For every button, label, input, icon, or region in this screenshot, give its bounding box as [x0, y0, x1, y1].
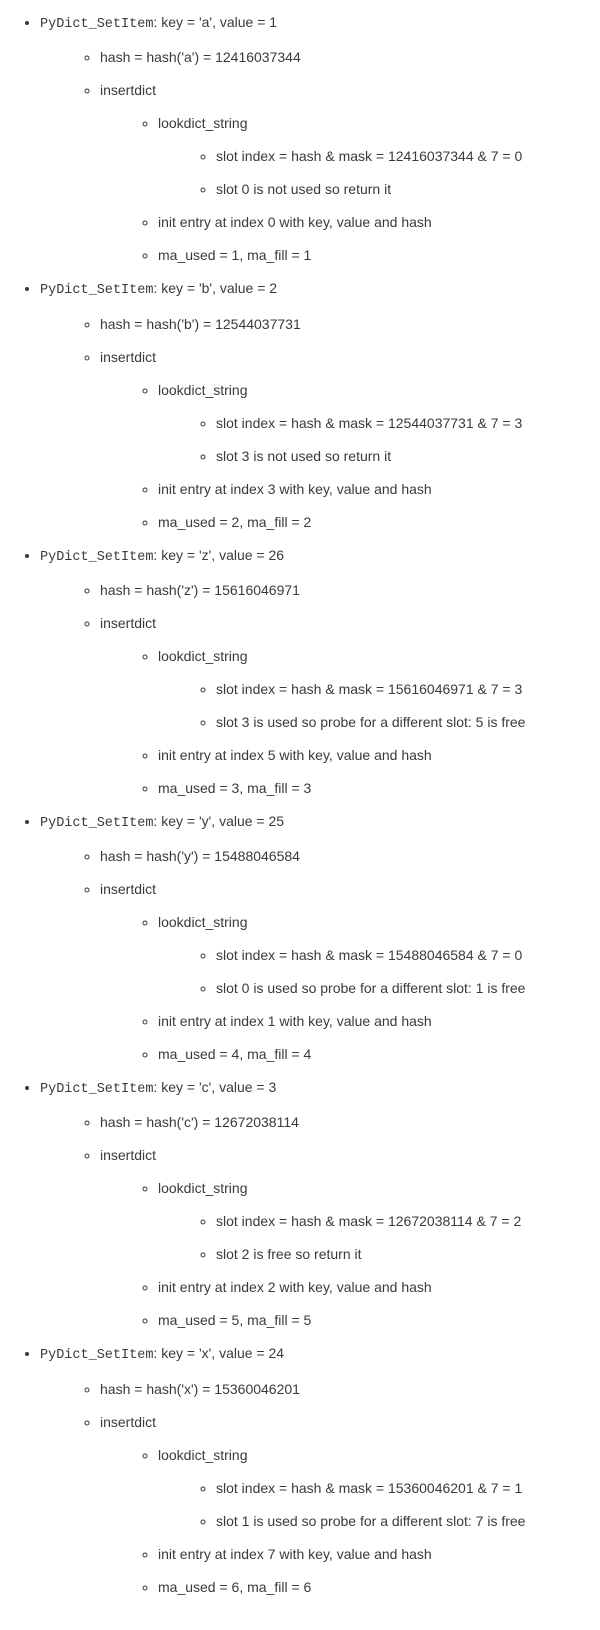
hash-line: hash = hash('c') = 12672038114 [100, 1112, 580, 1133]
lookdict-line: lookdict_stringslot index = hash & mask … [158, 1445, 580, 1532]
hash-line: hash = hash('y') = 15488046584 [100, 846, 580, 867]
fn-name: PyDict_SetItem [40, 816, 153, 831]
insertdict-line: insertdictlookdict_stringslot index = ha… [100, 879, 580, 1065]
insertdict-label: insertdict [100, 1414, 156, 1430]
doc-list: PyDict_SetItem: key = 'a', value = 1hash… [20, 12, 580, 1598]
sublist-level2: lookdict_stringslot index = hash & mask … [100, 1178, 580, 1331]
insertdict-line: insertdictlookdict_stringslot index = ha… [100, 1145, 580, 1331]
sublist-level1: hash = hash('z') = 15616046971 insertdict… [40, 580, 580, 799]
sublist-level3: slot index = hash & mask = 12416037344 &… [158, 146, 580, 200]
sublist-level2: lookdict_stringslot index = hash & mask … [100, 646, 580, 799]
slot-status-line: slot 0 is used so probe for a different … [216, 978, 580, 999]
sublist-level3: slot index = hash & mask = 15488046584 &… [158, 945, 580, 999]
ma-line: ma_used = 6, ma_fill = 6 [158, 1577, 580, 1598]
insertdict-label: insertdict [100, 615, 156, 631]
sublist-level3: slot index = hash & mask = 12544037731 &… [158, 413, 580, 467]
init-entry-line: init entry at index 0 with key, value an… [158, 212, 580, 233]
sublist-level3: slot index = hash & mask = 15360046201 &… [158, 1478, 580, 1532]
insertdict-line: insertdictlookdict_stringslot index = ha… [100, 347, 580, 533]
setitem-entry: PyDict_SetItem: key = 'b', value = 2 hash… [40, 278, 580, 532]
init-entry-line: init entry at index 5 with key, value an… [158, 745, 580, 766]
slot-index-line: slot index = hash & mask = 15616046971 &… [216, 679, 580, 700]
ma-line: ma_used = 3, ma_fill = 3 [158, 778, 580, 799]
sublist-level1: hash = hash('y') = 15488046584 insertdict… [40, 846, 580, 1065]
sublist-level3: slot index = hash & mask = 15616046971 &… [158, 679, 580, 733]
sublist-level2: lookdict_stringslot index = hash & mask … [100, 912, 580, 1065]
setitem-entry: PyDict_SetItem: key = 'a', value = 1 hash… [40, 12, 580, 266]
setitem-entry: PyDict_SetItem: key = 'y', value = 25 has… [40, 811, 580, 1065]
fn-args: : key = 'z', value = 26 [153, 547, 284, 563]
setitem-entry: PyDict_SetItem: key = 'z', value = 26 has… [40, 545, 580, 799]
ma-line: ma_used = 1, ma_fill = 1 [158, 245, 580, 266]
lookdict-label: lookdict_string [158, 648, 248, 664]
setitem-entry: PyDict_SetItem: key = 'c', value = 3 hash… [40, 1077, 580, 1331]
sublist-level3: slot index = hash & mask = 12672038114 &… [158, 1211, 580, 1265]
setitem-entry: PyDict_SetItem: key = 'x', value = 24 has… [40, 1343, 580, 1597]
lookdict-line: lookdict_stringslot index = hash & mask … [158, 380, 580, 467]
fn-name: PyDict_SetItem [40, 17, 153, 32]
insertdict-label: insertdict [100, 1147, 156, 1163]
insertdict-line: insertdictlookdict_stringslot index = ha… [100, 1412, 580, 1598]
slot-index-line: slot index = hash & mask = 15488046584 &… [216, 945, 580, 966]
fn-args: : key = 'a', value = 1 [153, 14, 277, 30]
lookdict-label: lookdict_string [158, 1447, 248, 1463]
init-entry-line: init entry at index 2 with key, value an… [158, 1277, 580, 1298]
fn-args: : key = 'x', value = 24 [153, 1345, 284, 1361]
slot-status-line: slot 2 is free so return it [216, 1244, 580, 1265]
fn-args: : key = 'y', value = 25 [153, 813, 284, 829]
slot-index-line: slot index = hash & mask = 12416037344 &… [216, 146, 580, 167]
sublist-level1: hash = hash('x') = 15360046201 insertdict… [40, 1379, 580, 1598]
lookdict-label: lookdict_string [158, 115, 248, 131]
hash-line: hash = hash('b') = 12544037731 [100, 314, 580, 335]
insertdict-label: insertdict [100, 881, 156, 897]
fn-name: PyDict_SetItem [40, 550, 153, 565]
fn-name: PyDict_SetItem [40, 1082, 153, 1097]
lookdict-label: lookdict_string [158, 914, 248, 930]
ma-line: ma_used = 4, ma_fill = 4 [158, 1044, 580, 1065]
init-entry-line: init entry at index 1 with key, value an… [158, 1011, 580, 1032]
insertdict-label: insertdict [100, 82, 156, 98]
slot-index-line: slot index = hash & mask = 12544037731 &… [216, 413, 580, 434]
insertdict-label: insertdict [100, 349, 156, 365]
slot-status-line: slot 1 is used so probe for a different … [216, 1511, 580, 1532]
hash-line: hash = hash('a') = 12416037344 [100, 47, 580, 68]
fn-name: PyDict_SetItem [40, 283, 153, 298]
lookdict-line: lookdict_stringslot index = hash & mask … [158, 1178, 580, 1265]
slot-index-line: slot index = hash & mask = 15360046201 &… [216, 1478, 580, 1499]
sublist-level2: lookdict_stringslot index = hash & mask … [100, 1445, 580, 1598]
hash-line: hash = hash('x') = 15360046201 [100, 1379, 580, 1400]
lookdict-line: lookdict_stringslot index = hash & mask … [158, 113, 580, 200]
hash-line: hash = hash('z') = 15616046971 [100, 580, 580, 601]
fn-args: : key = 'c', value = 3 [153, 1079, 276, 1095]
sublist-level1: hash = hash('c') = 12672038114 insertdict… [40, 1112, 580, 1331]
slot-status-line: slot 3 is used so probe for a different … [216, 712, 580, 733]
ma-line: ma_used = 5, ma_fill = 5 [158, 1310, 580, 1331]
fn-name: PyDict_SetItem [40, 1348, 153, 1363]
sublist-level2: lookdict_stringslot index = hash & mask … [100, 380, 580, 533]
insertdict-line: insertdictlookdict_stringslot index = ha… [100, 613, 580, 799]
lookdict-line: lookdict_stringslot index = hash & mask … [158, 646, 580, 733]
slot-status-line: slot 0 is not used so return it [216, 179, 580, 200]
slot-status-line: slot 3 is not used so return it [216, 446, 580, 467]
lookdict-label: lookdict_string [158, 382, 248, 398]
slot-index-line: slot index = hash & mask = 12672038114 &… [216, 1211, 580, 1232]
init-entry-line: init entry at index 3 with key, value an… [158, 479, 580, 500]
sublist-level2: lookdict_stringslot index = hash & mask … [100, 113, 580, 266]
init-entry-line: init entry at index 7 with key, value an… [158, 1544, 580, 1565]
sublist-level1: hash = hash('b') = 12544037731 insertdict… [40, 314, 580, 533]
sublist-level1: hash = hash('a') = 12416037344 insertdict… [40, 47, 580, 266]
lookdict-label: lookdict_string [158, 1180, 248, 1196]
lookdict-line: lookdict_stringslot index = hash & mask … [158, 912, 580, 999]
ma-line: ma_used = 2, ma_fill = 2 [158, 512, 580, 533]
insertdict-line: insertdictlookdict_stringslot index = ha… [100, 80, 580, 266]
fn-args: : key = 'b', value = 2 [153, 280, 277, 296]
